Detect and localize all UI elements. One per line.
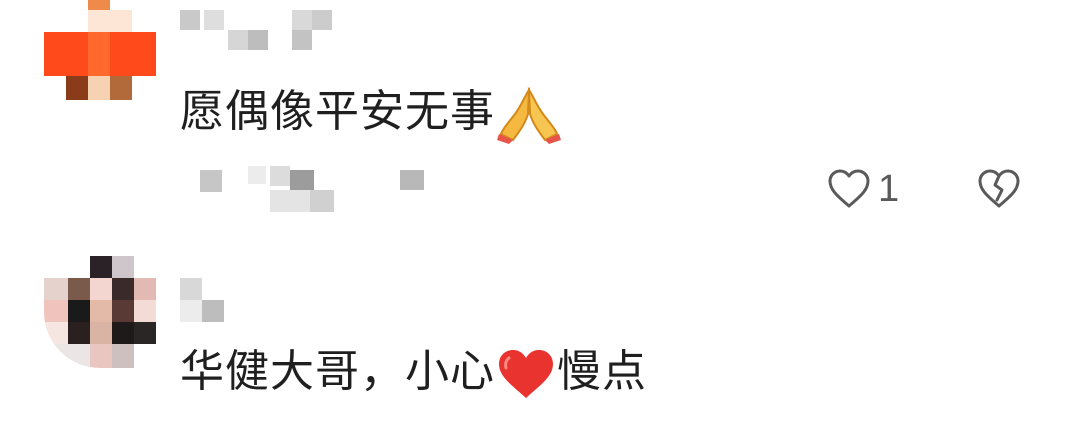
avatar[interactable] (44, 0, 156, 112)
username-obscured[interactable] (180, 278, 240, 322)
comment-item: 愿偶像平安无事 1 (0, 0, 1080, 230)
comment-text-content: 华健大哥，小心 (180, 346, 495, 397)
comment-item: 华健大哥，小心 慢点 (0, 250, 1080, 421)
username-obscured[interactable] (180, 10, 340, 50)
comment-text-content: 愿偶像平安无事 (180, 86, 495, 137)
like-button[interactable]: 1 (826, 168, 899, 210)
red-heart-emoji-icon (499, 350, 553, 398)
avatar[interactable] (44, 256, 156, 368)
broken-heart-icon (978, 169, 1020, 208)
folded-hands-emoji-icon (497, 86, 561, 144)
like-count: 1 (878, 168, 900, 210)
comment-text: 华健大哥，小心 慢点 (180, 344, 647, 402)
comment-text-tail: 慢点 (557, 346, 647, 397)
comment-meta-obscured (200, 166, 440, 212)
comment-text: 愿偶像平安无事 (180, 84, 563, 144)
heart-outline-icon (828, 169, 870, 208)
dislike-button[interactable] (976, 168, 1022, 210)
